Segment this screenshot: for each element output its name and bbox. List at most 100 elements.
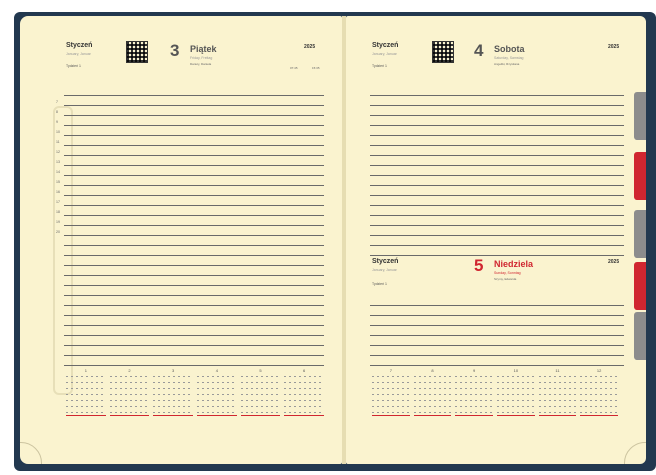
note-lines[interactable] xyxy=(370,86,624,256)
note-line[interactable] xyxy=(64,246,324,256)
sunrise: 07:45 xyxy=(290,66,298,70)
note-line[interactable] xyxy=(64,256,324,266)
note-line[interactable] xyxy=(370,236,624,246)
note-line[interactable] xyxy=(64,316,324,326)
note-line[interactable]: 19 xyxy=(56,216,324,226)
mini-week-row xyxy=(372,409,410,416)
note-line[interactable] xyxy=(370,226,624,236)
day-sub: Sunday, Sonntag xyxy=(494,271,521,275)
note-line[interactable]: 7 xyxy=(56,96,324,106)
hour-label: 12 xyxy=(56,150,60,154)
note-line[interactable] xyxy=(370,296,624,306)
hour-label: 10 xyxy=(56,130,60,134)
note-line[interactable]: 10 xyxy=(56,126,324,136)
note-line[interactable] xyxy=(64,336,324,346)
note-line[interactable]: 9 xyxy=(56,116,324,126)
note-line[interactable]: 20 xyxy=(56,226,324,236)
note-line[interactable]: 18 xyxy=(56,206,324,216)
note-line[interactable] xyxy=(370,246,624,256)
note-line[interactable] xyxy=(370,216,624,226)
mini-week-row xyxy=(497,409,535,416)
hour-label: 15 xyxy=(56,180,60,184)
note-line[interactable] xyxy=(370,336,624,346)
note-line[interactable] xyxy=(370,196,624,206)
note-lines[interactable] xyxy=(370,296,624,366)
note-line[interactable] xyxy=(370,356,624,366)
note-line[interactable] xyxy=(64,326,324,336)
week-label: Tydzień 1 xyxy=(372,64,387,68)
month-label: Styczeń xyxy=(372,42,399,49)
name-day: Szymy, Edwarda xyxy=(494,277,517,281)
mini-week-row xyxy=(284,409,324,416)
hour-label: 17 xyxy=(56,200,60,204)
mini-month: 4 xyxy=(197,368,237,416)
day-name: Niedziela xyxy=(494,259,534,269)
hour-label: 18 xyxy=(56,210,60,214)
month-sub: January, Januar xyxy=(372,52,397,56)
note-line[interactable]: 8 xyxy=(56,106,324,116)
note-line[interactable]: 12 xyxy=(56,146,324,156)
mini-month: 11 xyxy=(538,368,577,416)
note-line[interactable] xyxy=(370,86,624,96)
mini-week-row xyxy=(413,409,452,416)
mini-month: 3 xyxy=(153,368,193,416)
note-line[interactable]: 16 xyxy=(56,186,324,196)
hour-label: 14 xyxy=(56,170,60,174)
note-line[interactable] xyxy=(64,306,324,316)
note-line[interactable] xyxy=(370,206,624,216)
note-line[interactable] xyxy=(370,346,624,356)
note-line[interactable] xyxy=(370,306,624,316)
note-line[interactable]: 14 xyxy=(56,166,324,176)
month-tab[interactable] xyxy=(634,312,646,360)
day-number: 3 xyxy=(170,41,180,60)
month-tab[interactable] xyxy=(634,152,646,200)
note-line[interactable]: 17 xyxy=(56,196,324,206)
hour-label: 13 xyxy=(56,160,60,164)
month-tab[interactable] xyxy=(634,210,646,258)
month-tab[interactable] xyxy=(634,262,646,310)
note-line[interactable] xyxy=(64,266,324,276)
note-line[interactable] xyxy=(370,126,624,136)
note-line[interactable] xyxy=(370,146,624,156)
mini-week-row xyxy=(109,409,150,416)
month-label: Styczeń xyxy=(66,42,93,49)
note-line[interactable] xyxy=(64,296,324,306)
note-line[interactable] xyxy=(370,176,624,186)
month-tab[interactable] xyxy=(634,92,646,140)
note-line[interactable] xyxy=(370,166,624,176)
note-line[interactable] xyxy=(370,116,624,126)
note-line[interactable] xyxy=(370,316,624,326)
note-line[interactable] xyxy=(64,276,324,286)
hour-label: 9 xyxy=(56,120,58,124)
day-name: Sobota xyxy=(494,44,525,54)
note-line[interactable]: 11 xyxy=(56,136,324,146)
note-line[interactable] xyxy=(370,186,624,196)
mini-month: 12 xyxy=(580,368,618,416)
note-line[interactable] xyxy=(370,156,624,166)
note-line[interactable]: 13 xyxy=(56,156,324,166)
note-line[interactable] xyxy=(370,136,624,146)
right-page: Styczeń January, Januar Tydzień 1 4 Sobo… xyxy=(346,16,646,464)
note-line[interactable] xyxy=(64,236,324,246)
year-label: 2025 xyxy=(608,259,620,265)
note-line[interactable] xyxy=(64,86,324,96)
day-sub: Saturday, Samstag xyxy=(494,56,524,60)
name-day: Danuty, Daniela xyxy=(190,62,212,66)
hour-label: 19 xyxy=(56,220,60,224)
note-line[interactable] xyxy=(64,356,324,366)
month-label: Styczeń xyxy=(372,258,399,265)
note-line[interactable] xyxy=(64,286,324,296)
note-line[interactable] xyxy=(370,106,624,116)
mini-month: 6 xyxy=(284,368,324,416)
year-label: 2025 xyxy=(304,44,316,50)
note-line[interactable]: 15 xyxy=(56,176,324,186)
note-lines[interactable]: 7 8 9 10 11 12 13 14 15 16 17 18 19 20 xyxy=(56,86,324,366)
note-line[interactable] xyxy=(370,96,624,106)
qr-code xyxy=(432,41,454,63)
mini-month: 7 xyxy=(372,368,410,416)
qr-code xyxy=(126,41,148,63)
note-line[interactable] xyxy=(64,346,324,356)
day-sub: Friday, Freitag xyxy=(190,56,213,60)
note-line[interactable] xyxy=(370,326,624,336)
month-sub: January, Januar xyxy=(66,52,91,56)
